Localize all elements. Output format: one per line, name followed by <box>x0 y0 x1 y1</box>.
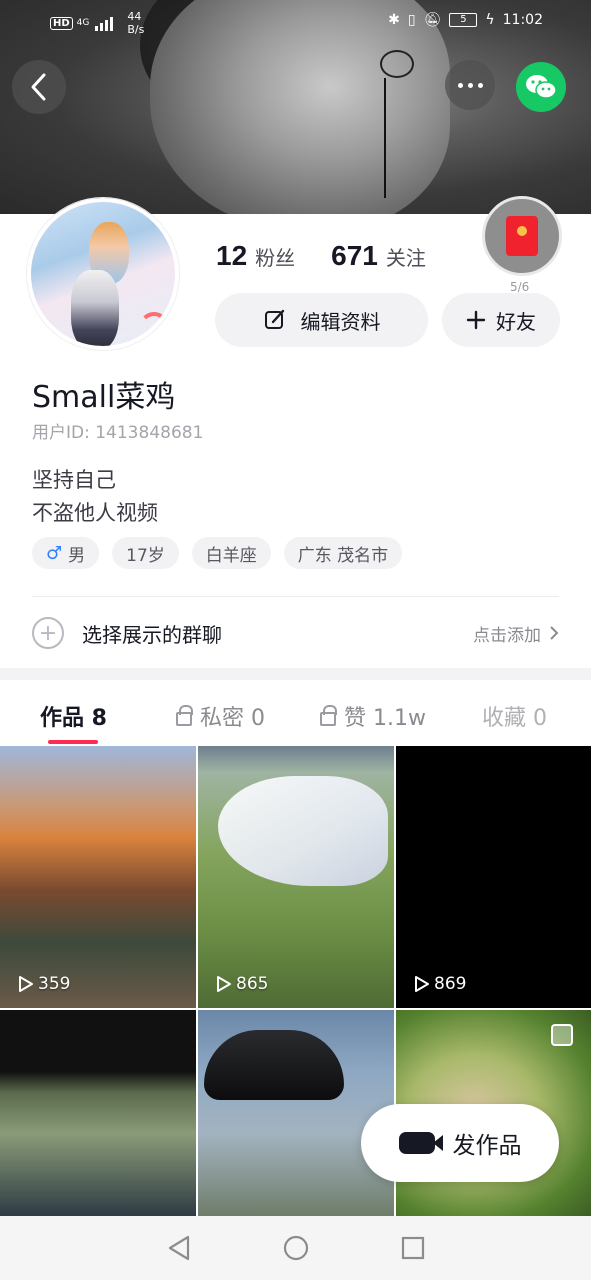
play-icon <box>415 976 429 992</box>
wechat-icon <box>526 75 557 99</box>
username: Small菜鸡 <box>32 380 176 415</box>
tab-works[interactable]: 作品 8 <box>40 692 107 740</box>
chevron-left-icon <box>31 73 46 101</box>
network-speed: 44 B/s <box>127 10 144 36</box>
nav-recents-button[interactable] <box>393 1228 433 1268</box>
vibrate-icon: ▯ <box>407 12 416 28</box>
post-video-button[interactable]: 发作品 <box>361 1104 559 1182</box>
play-icon <box>217 976 231 992</box>
nav-home-button[interactable] <box>276 1228 316 1268</box>
tab-likes-label: 赞 1.1w <box>344 706 426 731</box>
group-chat-label: 选择展示的群聊 <box>82 622 222 647</box>
play-count: 359 <box>18 974 70 994</box>
hd-badge: HD <box>50 16 73 30</box>
group-chat-row[interactable]: + 选择展示的群聊 点击添加 <box>32 612 559 654</box>
chevron-right-icon <box>550 626 559 640</box>
charging-icon: ϟ <box>485 12 495 28</box>
signal-icon <box>95 15 114 31</box>
bio-line: 不盗他人视频 <box>32 501 158 525</box>
age-tag: 17岁 <box>112 537 179 569</box>
group-chat-action[interactable]: 点击添加 <box>473 621 559 646</box>
status-right: ✱ ▯ 🔕︎ 5 ϟ 11:02 <box>388 12 543 28</box>
play-count-value: 869 <box>434 974 467 994</box>
network-type: 4G <box>76 18 90 28</box>
divider <box>32 596 559 597</box>
post-video-label: 发作品 <box>452 1133 522 1159</box>
speed-value: 44 <box>127 10 142 23</box>
add-friend-button[interactable]: 好友 <box>442 293 560 347</box>
clock: 11:02 <box>502 12 543 28</box>
profile-tags: ♂ 男 17岁 白羊座 广东 茂名市 <box>32 537 403 569</box>
edit-profile-button[interactable]: 编辑资料 <box>215 293 428 347</box>
circle-home-icon <box>283 1235 308 1261</box>
avatar[interactable] <box>27 198 179 350</box>
add-circle-icon: + <box>32 617 64 649</box>
more-dots-icon <box>457 82 463 88</box>
add-friend-label: 好友 <box>496 309 536 334</box>
profile-stats: 12 粉丝 671 关注 <box>216 240 426 272</box>
nav-back-button[interactable] <box>159 1228 199 1268</box>
multi-image-icon <box>551 1024 573 1046</box>
red-packet-progress: 5/6 <box>510 280 530 294</box>
lock-icon <box>320 705 337 726</box>
location-tag: 广东 茂名市 <box>283 537 403 569</box>
gender-label: 男 <box>68 545 86 566</box>
tab-private[interactable]: 私密 0 <box>176 692 265 740</box>
red-packet-button[interactable] <box>482 196 562 276</box>
user-id[interactable]: 用户ID: 1413848681 <box>32 418 203 443</box>
bio-line: 坚持自己 <box>32 468 116 492</box>
bio: 坚持自己 不盗他人视频 <box>32 464 158 530</box>
camera-icon <box>398 1132 443 1154</box>
play-count: 869 <box>414 974 466 994</box>
more-button[interactable] <box>445 60 495 110</box>
triangle-back-icon <box>168 1235 189 1261</box>
followers-stat[interactable]: 12 粉丝 <box>216 240 295 272</box>
video-thumbnail[interactable]: 869 <box>396 746 591 1008</box>
male-icon: ♂ <box>46 542 63 564</box>
video-thumbnail[interactable]: 865 <box>198 746 394 1008</box>
edit-icon <box>264 309 284 329</box>
group-chat-action-label: 点击添加 <box>473 625 541 646</box>
system-navigation-bar <box>0 1216 591 1280</box>
gender-tag: ♂ 男 <box>32 537 100 569</box>
speed-unit: B/s <box>127 23 145 36</box>
followers-label: 粉丝 <box>255 246 296 270</box>
following-label: 关注 <box>385 246 426 270</box>
banner-image-glasses <box>380 50 414 78</box>
back-button[interactable] <box>12 60 66 114</box>
video-thumbnail[interactable] <box>198 1010 394 1216</box>
tab-works-label: 作品 8 <box>40 706 107 731</box>
following-count: 671 <box>331 240 378 271</box>
status-bar: HD 4G 44 B/s ✱ ▯ 🔕︎ 5 ϟ 11:02 <box>0 0 591 46</box>
section-separator <box>0 668 591 680</box>
play-count-value: 865 <box>236 974 269 994</box>
bluetooth-icon: ✱ <box>388 12 400 28</box>
content-tabs: 作品 8 私密 0 赞 1.1w 收藏 0 <box>0 692 591 744</box>
active-tab-indicator <box>48 740 98 744</box>
followers-count: 12 <box>216 240 248 271</box>
status-left: HD 4G 44 B/s <box>50 10 144 36</box>
tab-likes[interactable]: 赞 1.1w <box>320 692 426 740</box>
mute-icon: 🔕︎ <box>423 12 442 28</box>
play-count-value: 359 <box>38 974 71 994</box>
edit-profile-label: 编辑资料 <box>300 309 381 334</box>
battery-icon: 5 <box>449 13 478 27</box>
square-recents-icon <box>401 1236 424 1260</box>
wechat-share-button[interactable] <box>516 62 566 112</box>
play-icon <box>19 976 33 992</box>
tab-private-label: 私密 0 <box>200 706 265 731</box>
video-thumbnail[interactable] <box>0 1010 196 1216</box>
lock-icon <box>176 705 193 726</box>
tab-favorites-label: 收藏 0 <box>482 706 547 731</box>
red-envelope-icon <box>506 216 538 256</box>
following-stat[interactable]: 671 关注 <box>331 240 426 272</box>
plus-icon <box>466 310 486 330</box>
banner-image-cord <box>384 78 386 198</box>
video-thumbnail[interactable]: 359 <box>0 746 196 1008</box>
play-count: 865 <box>216 974 268 994</box>
zodiac-tag: 白羊座 <box>191 537 271 569</box>
tab-favorites[interactable]: 收藏 0 <box>482 692 547 740</box>
